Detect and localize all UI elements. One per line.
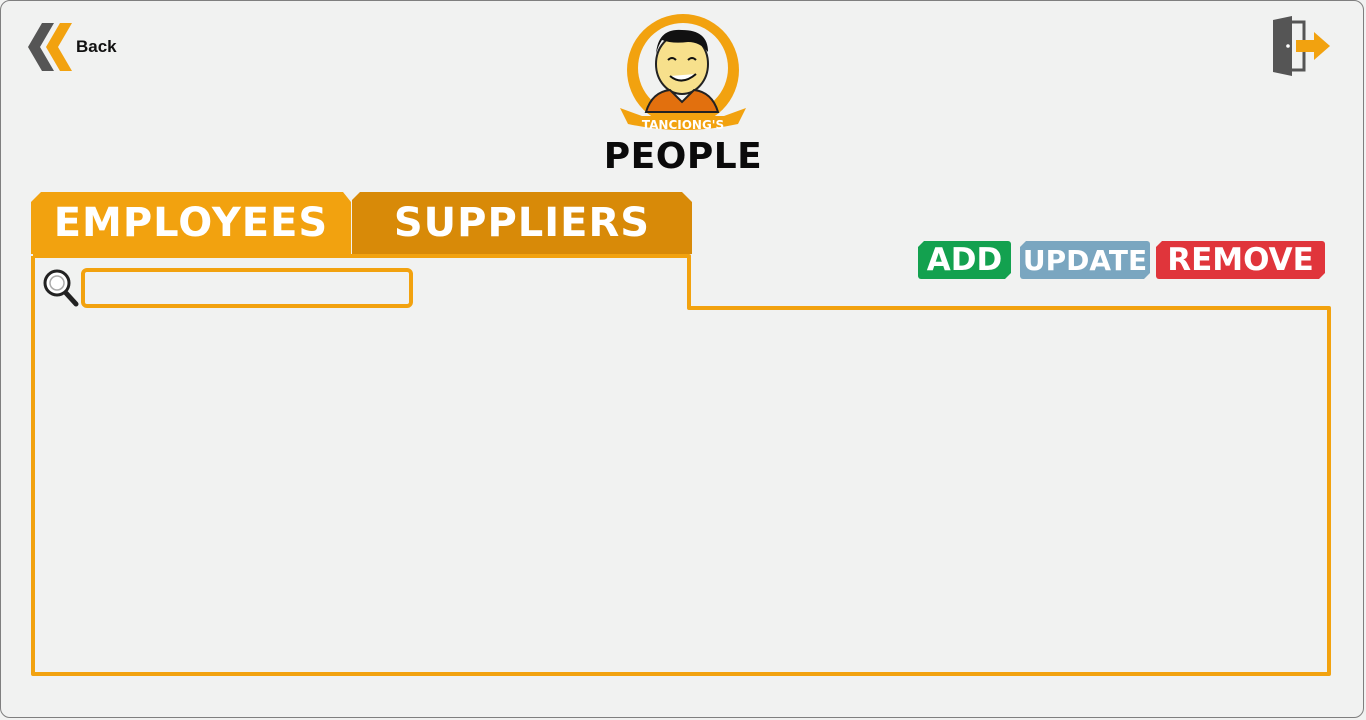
logout-door-icon [1273,16,1330,76]
tab-suppliers[interactable]: SUPPLIERS [352,192,692,254]
search-input[interactable] [81,268,413,308]
logo-mascot-icon: TANCIONG'S [620,14,746,132]
update-button[interactable]: UPDATE [1020,241,1150,279]
logo-text: TANCIONG'S [642,118,724,132]
people-list-area [36,312,1326,672]
logout-button[interactable] [1270,16,1334,76]
logo: TANCIONG'S [610,12,756,136]
back-label: Back [76,37,117,56]
search-icon [42,268,80,308]
tab-employees[interactable]: EMPLOYEES [31,192,351,254]
back-button[interactable]: Back [28,22,138,72]
page-title: PEOPLE [603,136,763,177]
back-chevron-icon [28,23,72,71]
remove-button[interactable]: REMOVE [1156,241,1325,279]
add-button[interactable]: ADD [918,241,1011,279]
